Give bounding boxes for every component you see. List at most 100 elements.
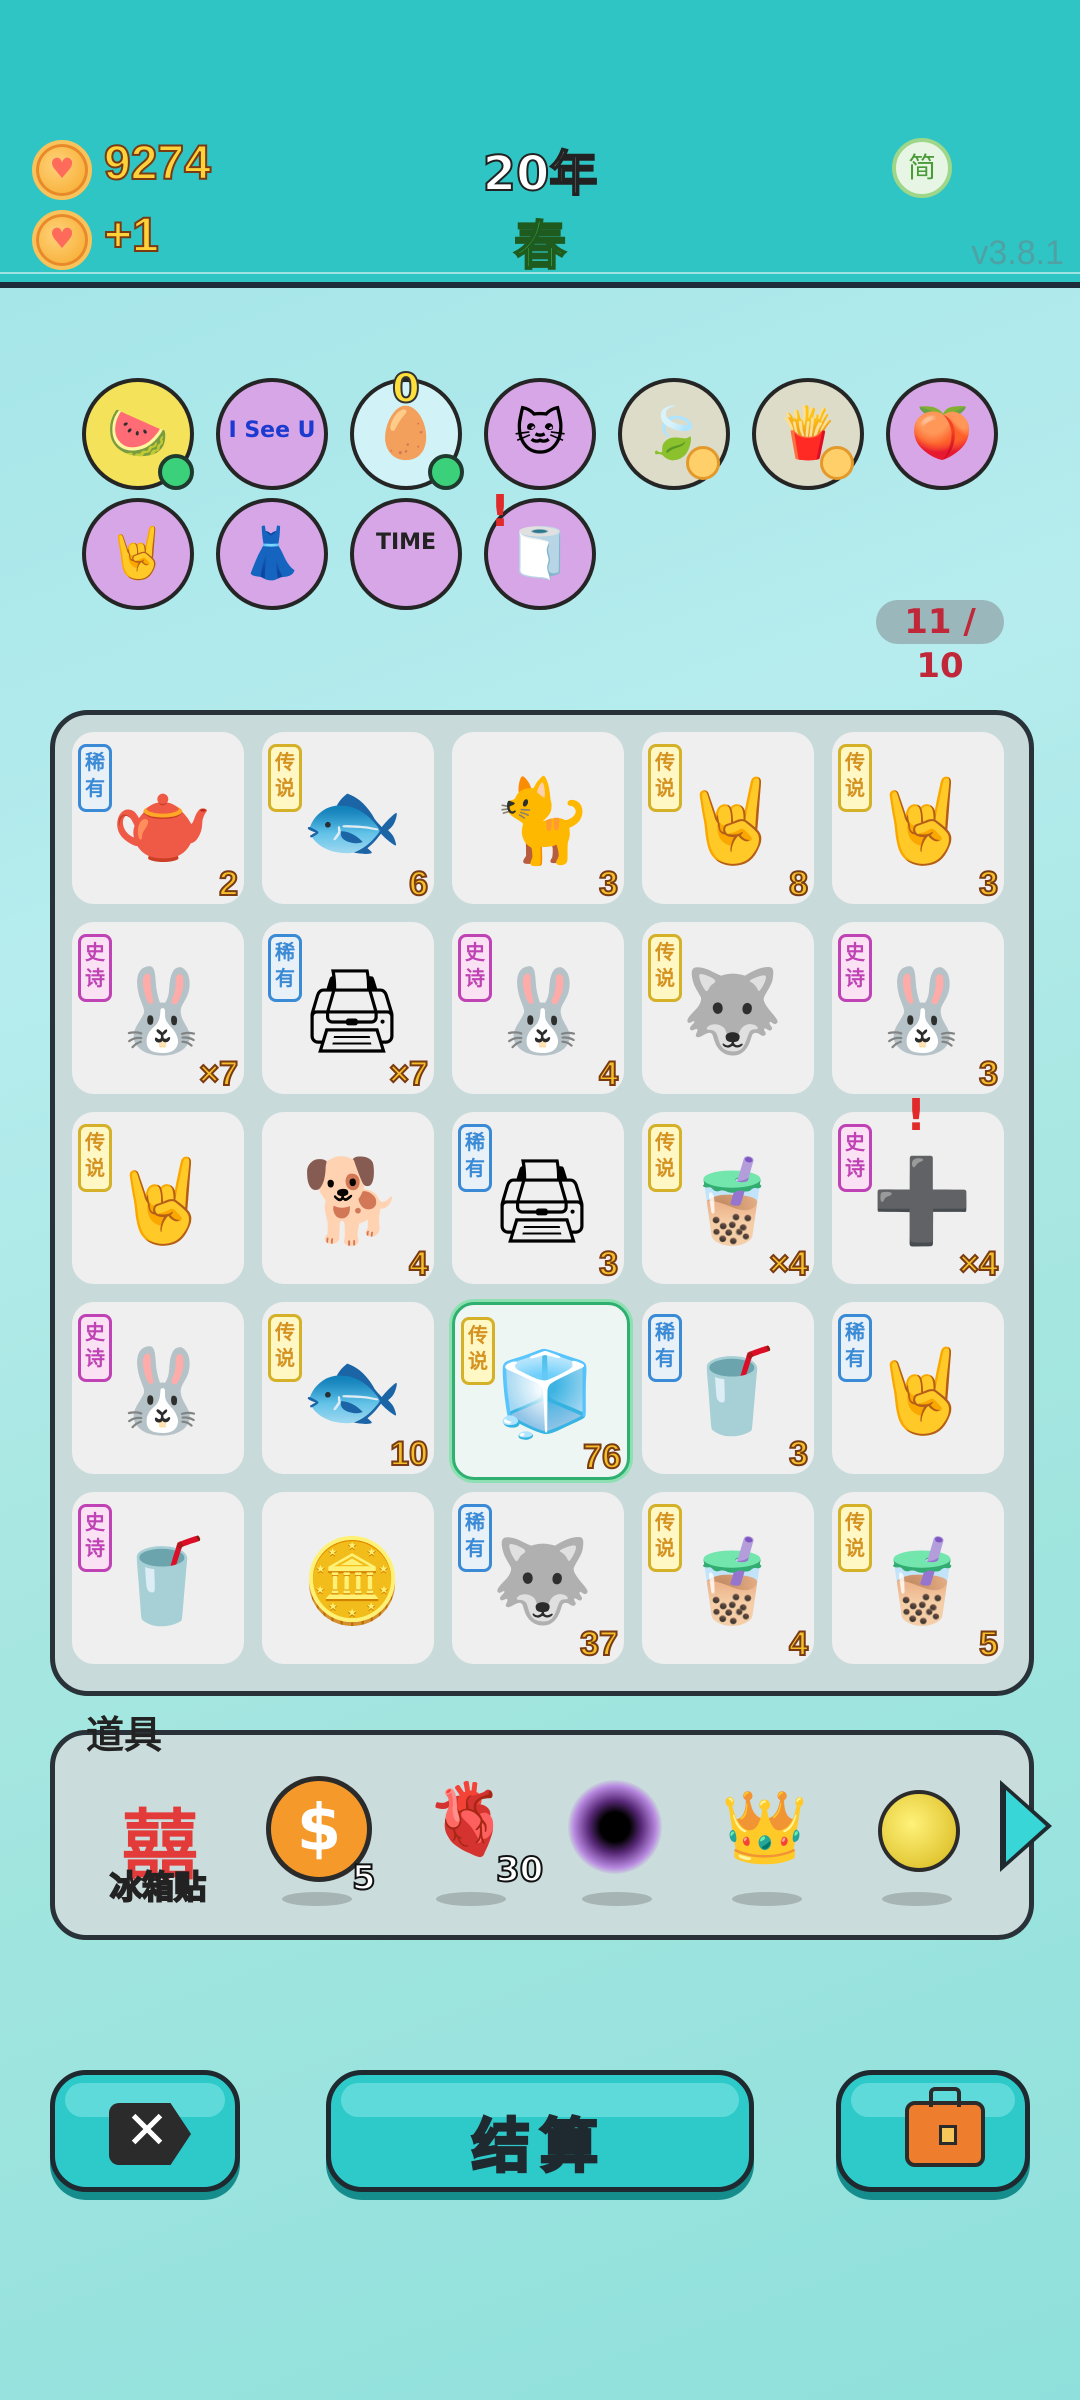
rabbit-house-icon: 🐰 [870,964,974,1059]
board-cell[interactable]: 稀有 🖨 3 [452,1112,624,1284]
fridge-sticker-label: 冰箱贴 [109,1867,207,1907]
coin-icon [32,140,92,200]
board-cell[interactable]: 传说 🧋 4 [642,1492,814,1664]
brown-rock-hand-icon: 🤘 [870,1344,974,1439]
board-cell[interactable]: 传说 🧋 ×4 [642,1112,814,1284]
year-label: 20年 [482,145,599,203]
rabbit-house-icon: 🐰 [490,964,594,1059]
board-cell[interactable]: 传说 🐺 [642,922,814,1094]
alert-icon: ! [906,1090,927,1141]
board-cell[interactable]: 史诗 🐰 3 [832,922,1004,1094]
item-quantity: 3 [598,864,619,904]
rabbit-house-icon: 🐰 [110,964,214,1059]
coin-burst-icon: 🪙 [300,1534,404,1629]
item-quantity: 76 [582,1437,622,1477]
board-cell[interactable]: 稀有 🐺 37 [452,1492,624,1664]
rock-hand-icon: 🤘 [870,774,974,869]
season-label: 春 [513,216,567,278]
item-quantity: ×4 [958,1244,999,1284]
item-quantity: 8 [788,864,809,904]
relic-count-badge: 11 / 10 [876,600,1004,686]
coin-total: 9274 [103,136,212,191]
brown-dog-icon: 🐕 [300,1154,404,1249]
boba-cup-icon: 🧋 [680,1154,784,1249]
board-cell[interactable]: 传说 🤘 [72,1112,244,1284]
boba-tea-icon: 🥤 [110,1534,214,1629]
board-cell[interactable]: 传说 🤘 3 [832,732,1004,904]
coin-icon [686,446,720,480]
language-toggle-button[interactable]: 简 [892,138,952,198]
item-quantity: ×4 [768,1244,809,1284]
item-quantity: 3 [788,1434,809,1474]
crown-tool-icon[interactable]: 👑 [710,1772,820,1882]
active-dot [158,454,194,490]
tool-shadow [882,1892,952,1906]
tools-scroll-right-button[interactable] [1000,1780,1052,1872]
settle-label: 结算 [470,2111,608,2182]
item-quantity: 10 [389,1434,429,1474]
board-cell[interactable]: 🐕 4 [262,1112,434,1284]
koi-fish-icon: 🐟 [300,1344,404,1439]
teapot-icon: 🫖 [110,774,214,869]
board-cell[interactable]: 史诗 🥤 [72,1492,244,1664]
husky-icon: 🐺 [490,1534,594,1629]
relic-rock-hand[interactable]: 🤘 [82,498,194,610]
board-cell[interactable]: 史诗 🐰 [72,1302,244,1474]
tool-shadow [732,1892,802,1906]
relic-pleated-skirt[interactable]: 👗 [216,498,328,610]
board-cell[interactable]: 传说 🤘 8 [642,732,814,904]
board-cell[interactable]: 稀有 🖨 ×7 [262,922,434,1094]
crowned-husky-icon: 🐺 [680,964,784,1059]
inventory-button[interactable] [836,2070,1030,2192]
tool-shadow [282,1892,352,1906]
rock-hand-icon: 🤘 [106,524,170,582]
relic-counter-badge: 0 [391,365,421,413]
time-magazine-icon: TIME [375,530,437,555]
active-dot [428,454,464,490]
printer-icon: 🖨 [299,964,405,1059]
rainbow-rock-hand-icon: 🤘 [680,774,784,869]
fridge-icon: 🧊 [493,1347,597,1442]
relic-peach-chopsticks[interactable]: 🍑 [886,378,998,490]
board-cell[interactable]: 🪙 [262,1492,434,1664]
item-quantity: 3 [978,1054,999,1094]
coin-icon [820,446,854,480]
briefcase-icon [905,2087,985,2167]
coin-income: +1 [103,208,160,263]
board-cell[interactable]: 史诗 🐰 ×7 [72,922,244,1094]
item-quantity: 37 [579,1624,619,1664]
item-quantity: 3 [598,1244,619,1284]
board-cell[interactable]: 稀有 🤘 [832,1302,1004,1474]
cancel-button[interactable]: ✕ [50,2070,240,2192]
settle-button[interactable]: 结算 [326,2070,754,2192]
board-cell[interactable]: 🐈 3 [452,732,624,904]
version-label: v3.8.1 [971,234,1064,272]
board-cell[interactable]: 稀有 🫖 2 [72,732,244,904]
board-cell[interactable]: 稀有 🥤 3 [642,1302,814,1474]
item-quantity: 6 [408,864,429,904]
board-cell[interactable]: 传说 🐟 10 [262,1302,434,1474]
rock-hand-icon: 🤘 [110,1154,214,1249]
boba-cup-icon: 🧋 [680,1534,784,1629]
yellow-cat-icon: 🐈 [490,774,594,869]
board-cell[interactable]: 传说 🐟 6 [262,732,434,904]
gold-ball-tool-icon[interactable] [860,1772,970,1882]
coin-tool-count: 5 [351,1857,377,1899]
alert-icon: ! [490,486,511,537]
relic-cool-cat[interactable]: 🐱 [484,378,596,490]
item-quantity: 4 [408,1244,429,1284]
item-quantity: 4 [598,1054,619,1094]
tools-title: 道具 [86,1713,163,1757]
board-cell[interactable]: 史诗 🐰 4 [452,922,624,1094]
black-hole-tool-icon[interactable] [560,1772,670,1882]
board-cell[interactable]: 传说 🧊 76 [452,1302,630,1480]
milk-tea-icon: 🥤 [680,1344,784,1439]
peach-chopsticks-icon: 🍑 [910,404,974,462]
i-see-u-sign-icon: I See U [228,418,316,443]
item-quantity: ×7 [198,1054,239,1094]
koi-fish-icon: 🐟 [300,774,404,869]
relic-time-magazine[interactable]: TIME [350,498,462,610]
board-cell[interactable]: 传说 🧋 5 [832,1492,1004,1664]
relic-i-see-u[interactable]: I See U [216,378,328,490]
close-icon: ✕ [125,2101,169,2161]
